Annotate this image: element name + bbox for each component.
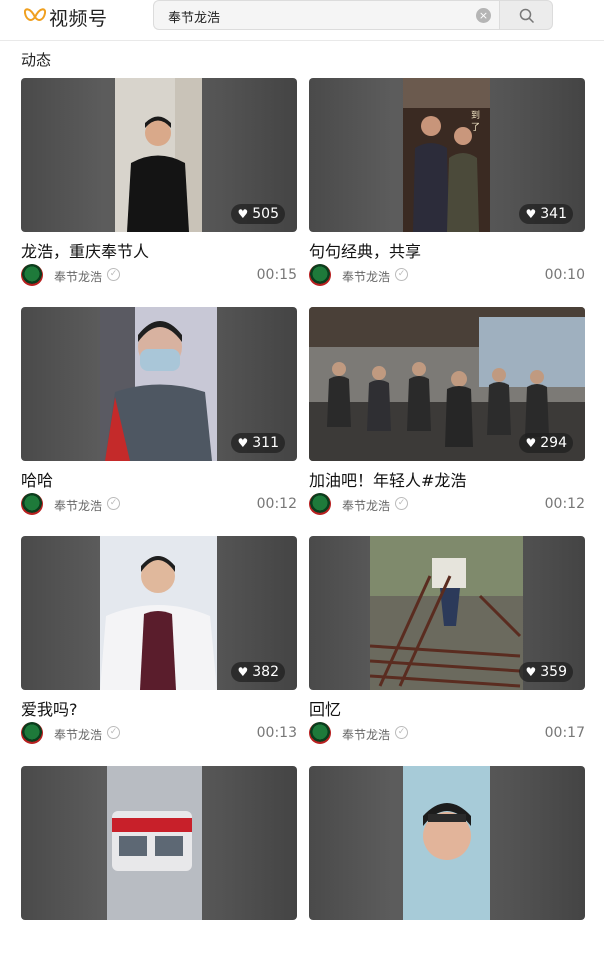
video-thumbnail[interactable] [21,766,297,920]
avatar[interactable] [21,722,43,744]
author-name[interactable]: 奉节龙浩 [54,497,102,514]
top-bar: 视频号 × [0,0,604,41]
video-frame [403,766,490,920]
video-meta: 奉节龙浩 ✓ 00:10 [309,264,585,288]
like-count: 341 [540,206,567,222]
video-title[interactable]: 加油吧！年轻人#龙浩 [309,467,466,491]
heart-icon: ♥ [237,207,249,221]
like-count-badge: ♥ 359 [518,662,573,682]
search-box: × [153,0,499,30]
video-duration: 00:15 [256,267,297,283]
logo-text: 视频号 [49,7,108,30]
video-thumbnail[interactable]: ♥ 311 [21,307,297,461]
author-name[interactable]: 奉节龙浩 [342,497,390,514]
video-meta: 奉节龙浩 ✓ 00:15 [21,264,297,288]
author-name[interactable]: 奉节龙浩 [54,268,102,285]
author-name[interactable]: 奉节龙浩 [342,268,390,285]
video-card[interactable]: ♥ 505 龙浩，重庆奉节人 奉节龙浩 ✓ 00:15 [21,78,297,288]
app-logo[interactable]: 视频号 [24,5,108,30]
video-frame [370,536,523,690]
video-title[interactable]: 哈哈 [21,467,53,491]
video-title[interactable]: 回忆 [309,696,341,720]
video-thumbnail[interactable]: ♥ 505 [21,78,297,232]
video-meta: 奉节龙浩 ✓ 00:17 [309,722,585,746]
like-count: 311 [252,435,279,451]
video-card[interactable]: ♥ 294 加油吧！年轻人#龙浩 奉节龙浩 ✓ 00:12 [309,307,585,517]
video-title[interactable]: 龙浩，重庆奉节人 [21,238,149,262]
avatar[interactable] [21,264,43,286]
video-meta: 奉节龙浩 ✓ 00:12 [21,493,297,517]
video-thumbnail[interactable]: ♥ 382 [21,536,297,690]
author-name[interactable]: 奉节龙浩 [54,726,102,743]
verified-icon: ✓ [107,268,120,281]
verified-icon: ✓ [395,726,408,739]
heart-icon: ♥ [237,665,249,679]
video-frame [100,307,217,461]
video-duration: 00:17 [544,725,585,741]
video-duration: 00:12 [256,496,297,512]
video-meta: 奉节龙浩 ✓ 00:13 [21,722,297,746]
video-duration: 00:12 [544,496,585,512]
heart-icon: ♥ [525,665,537,679]
like-count: 294 [540,435,567,451]
search-button[interactable] [499,0,553,30]
video-card[interactable] [21,766,297,976]
svg-text:了: 了 [471,122,480,133]
search-input[interactable] [168,6,468,26]
like-count: 359 [540,664,567,680]
video-duration: 00:13 [256,725,297,741]
video-card[interactable] [309,766,585,976]
avatar[interactable] [309,493,331,515]
video-thumbnail[interactable]: ♥ 359 [309,536,585,690]
video-thumbnail[interactable]: ♥ 294 [309,307,585,461]
verified-icon: ✓ [395,497,408,510]
like-count-badge: ♥ 505 [230,204,285,224]
video-frame [107,766,202,920]
search-icon [519,8,535,24]
video-frame: 到 了 [403,78,490,232]
video-meta: 奉节龙浩 ✓ 00:12 [309,493,585,517]
like-count-badge: ♥ 311 [230,433,285,453]
video-thumbnail[interactable]: 到 了 ♥ 341 [309,78,585,232]
like-count: 382 [252,664,279,680]
heart-icon: ♥ [525,436,537,450]
avatar[interactable] [309,722,331,744]
svg-text:到: 到 [471,109,480,121]
video-frame [115,78,202,232]
like-count-badge: ♥ 341 [518,204,573,224]
video-frame [100,536,217,690]
verified-icon: ✓ [107,497,120,510]
like-count-badge: ♥ 382 [230,662,285,682]
verified-icon: ✓ [107,726,120,739]
clear-icon[interactable]: × [476,8,491,23]
heart-icon: ♥ [525,207,537,221]
like-count-badge: ♥ 294 [518,433,573,453]
avatar[interactable] [21,493,43,515]
video-title[interactable]: 句句经典，共享 [309,238,421,262]
video-card[interactable]: 到 了 ♥ 341 句句经典，共享 奉节龙浩 ✓ 00:10 [309,78,585,288]
video-card[interactable]: ♥ 311 哈哈 奉节龙浩 ✓ 00:12 [21,307,297,517]
section-title: 动态 [21,51,52,69]
video-card[interactable]: ♥ 382 爱我吗? 奉节龙浩 ✓ 00:13 [21,536,297,746]
author-name[interactable]: 奉节龙浩 [342,726,390,743]
verified-icon: ✓ [395,268,408,281]
butterfly-logo-icon [24,8,46,21]
video-duration: 00:10 [544,267,585,283]
video-card[interactable]: ♥ 359 回忆 奉节龙浩 ✓ 00:17 [309,536,585,746]
video-title[interactable]: 爱我吗? [21,696,78,720]
video-thumbnail[interactable] [309,766,585,920]
avatar[interactable] [309,264,331,286]
like-count: 505 [252,206,279,222]
heart-icon: ♥ [237,436,249,450]
